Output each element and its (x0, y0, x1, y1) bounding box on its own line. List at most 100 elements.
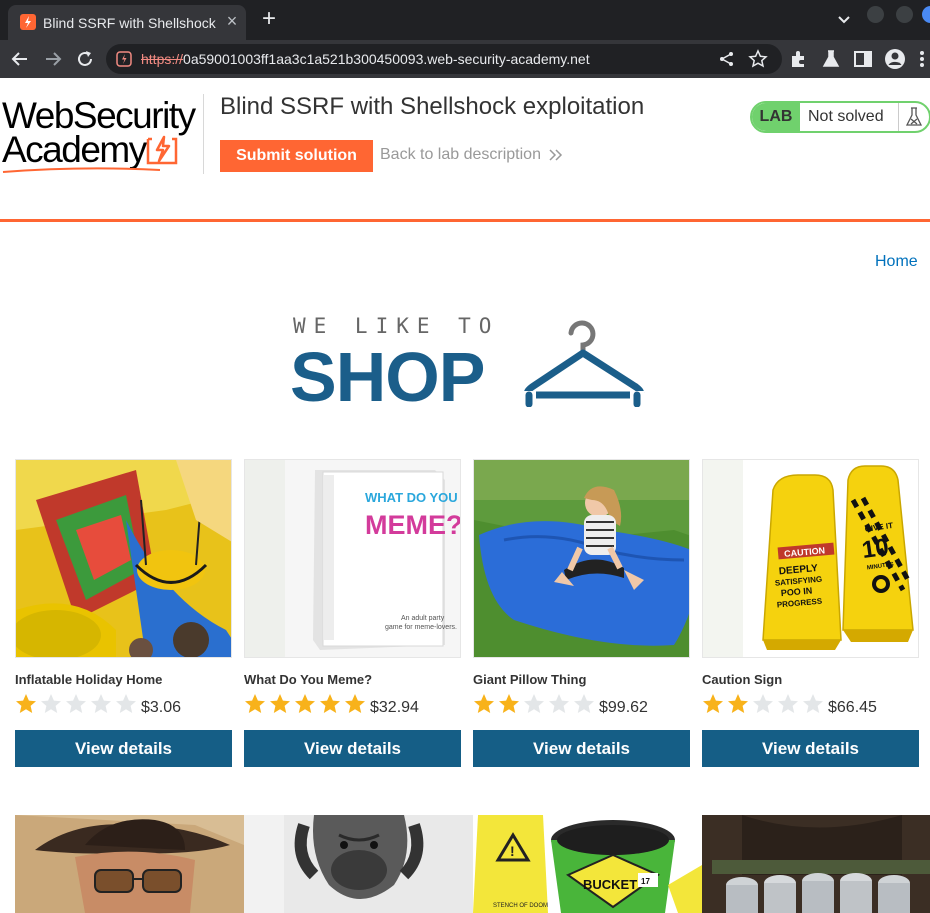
star-empty-icon (549, 694, 569, 713)
double-chevron-right-icon[interactable] (549, 149, 563, 161)
star-empty-icon (91, 694, 111, 713)
window-close-icon[interactable] (922, 6, 930, 23)
product-card: Inflatable Holiday Home $3.06 View detai… (15, 459, 232, 769)
window-maximize-icon[interactable] (896, 6, 913, 23)
new-tab-icon[interactable]: + (256, 6, 282, 32)
lab-favicon-icon (20, 14, 36, 30)
meme-box-title-line2: MEME? (365, 510, 461, 540)
url-text[interactable]: https://0a59001003ff1aa3c1a521b300450093… (141, 51, 590, 67)
site-info-icon[interactable] (116, 51, 132, 67)
star-filled-icon (245, 694, 265, 713)
side-panel-icon[interactable] (852, 48, 874, 70)
shop-title: SHOP (290, 338, 485, 416)
star-filled-icon (16, 694, 36, 713)
shop-banner: WE LIKE TO SHOP (290, 312, 650, 416)
star-empty-icon (778, 694, 798, 713)
product-image-dog (244, 815, 473, 913)
product-grid-row2: ! STENCH OF DOOM BUCKET 17 (15, 815, 930, 913)
product-image-beer-cans (702, 815, 930, 913)
rating-stars (473, 693, 598, 715)
meme-box-sub2: game for meme-lovers. (385, 624, 457, 631)
product-card: CAUTION DEEPLY SATISFYING POO IN PROGRES… (702, 459, 919, 769)
product-name: Caution Sign (702, 672, 783, 687)
tab-search-icon[interactable] (832, 9, 856, 29)
lab-status-divider (898, 103, 899, 131)
svg-text:!: ! (510, 843, 515, 859)
view-details-button[interactable]: View details (15, 730, 232, 767)
view-details-button[interactable]: View details (702, 730, 919, 767)
logo-underline (2, 167, 161, 173)
product-image-bucket: ! STENCH OF DOOM BUCKET 17 (473, 815, 702, 913)
star-filled-icon (295, 694, 315, 713)
product-card: WHAT DO YOU MEME? An adult party game fo… (244, 459, 461, 769)
browser-tab[interactable]: Blind SSRF with Shellshock exploitation … (8, 5, 246, 40)
extensions-puzzle-icon[interactable] (788, 48, 810, 70)
browser-tab-bar: Blind SSRF with Shellshock exploitation … (0, 0, 930, 40)
star-empty-icon (116, 694, 136, 713)
product-price: $3.06 (141, 699, 182, 716)
lab-status-widget: LAB Not solved (750, 101, 930, 133)
product-price: $32.94 (370, 699, 419, 716)
meme-box-title-line1: WHAT DO YOU (365, 490, 458, 505)
meme-box-sub1: An adult party (401, 615, 445, 622)
star-filled-icon (270, 694, 290, 713)
rating-stars (15, 693, 140, 715)
view-details-button[interactable]: View details (244, 730, 461, 767)
star-empty-icon (803, 694, 823, 713)
url-host: 0a59001003ff1aa3c1a521b300450093.web-sec… (183, 51, 590, 67)
product-name: What Do You Meme? (244, 672, 373, 687)
clothes-hanger-icon (522, 320, 645, 407)
product-price: $99.62 (599, 699, 648, 716)
logo-bolt-icon (146, 135, 178, 165)
bucket-label-stench: STENCH OF DOOM (493, 903, 548, 909)
lab-badge: LAB (752, 103, 800, 131)
star-empty-icon (524, 694, 544, 713)
submit-solution-button[interactable]: Submit solution (220, 140, 373, 172)
product-card: Giant Pillow Thing $99.62 View details (473, 459, 690, 769)
product-image-inflatable (15, 459, 232, 658)
bucket-label-number: 17 (641, 877, 650, 886)
product-image-meme-box: WHAT DO YOU MEME? An adult party game fo… (244, 459, 461, 658)
tab-title: Blind SSRF with Shellshock exploitation (43, 15, 218, 31)
logo-text-line2: Academy (2, 129, 147, 170)
star-filled-icon (499, 694, 519, 713)
browser-toolbar: https://0a59001003ff1aa3c1a521b300450093… (0, 40, 930, 78)
star-empty-icon (66, 694, 86, 713)
lab-status-text: Not solved (808, 108, 884, 125)
forward-arrow-icon[interactable] (42, 48, 64, 70)
product-price: $66.45 (828, 699, 877, 716)
star-empty-icon (574, 694, 594, 713)
star-filled-icon (320, 694, 340, 713)
star-empty-icon (41, 694, 61, 713)
bookmark-star-icon[interactable] (748, 49, 768, 69)
product-image-man-in-hat (15, 815, 244, 913)
url-scheme: https:// (141, 51, 184, 67)
web-security-academy-logo[interactable]: WebSecurity Academy (2, 97, 202, 173)
home-link[interactable]: Home (875, 253, 918, 271)
window-minimize-icon[interactable] (867, 6, 884, 23)
star-filled-icon (728, 694, 748, 713)
product-name: Giant Pillow Thing (473, 672, 587, 687)
back-arrow-icon[interactable] (9, 48, 31, 70)
labs-flask-icon[interactable] (820, 48, 842, 70)
star-filled-icon (703, 694, 723, 713)
lab-title: Blind SSRF with Shellshock exploitation (220, 93, 645, 120)
view-details-button[interactable]: View details (473, 730, 690, 767)
tab-close-icon[interactable]: × (222, 11, 242, 31)
address-bar[interactable]: https://0a59001003ff1aa3c1a521b300450093… (106, 44, 782, 74)
flask-icon (905, 107, 923, 126)
product-name: Inflatable Holiday Home (15, 672, 163, 687)
browser-menu-icon[interactable] (914, 48, 930, 70)
header-divider (203, 94, 204, 174)
profile-avatar-icon[interactable] (884, 48, 906, 70)
back-to-lab-description-link[interactable]: Back to lab description (380, 146, 541, 164)
star-filled-icon (345, 694, 365, 713)
share-icon[interactable] (718, 50, 736, 68)
product-image-caution-sign: CAUTION DEEPLY SATISFYING POO IN PROGRES… (702, 459, 919, 658)
product-image-giant-pillow (473, 459, 690, 658)
shop-tagline: WE LIKE TO (293, 314, 500, 338)
star-filled-icon (474, 694, 494, 713)
academy-header: WebSecurity Academy Blind SSRF with Shel… (0, 78, 930, 222)
star-empty-icon (753, 694, 773, 713)
reload-icon[interactable] (74, 48, 96, 70)
